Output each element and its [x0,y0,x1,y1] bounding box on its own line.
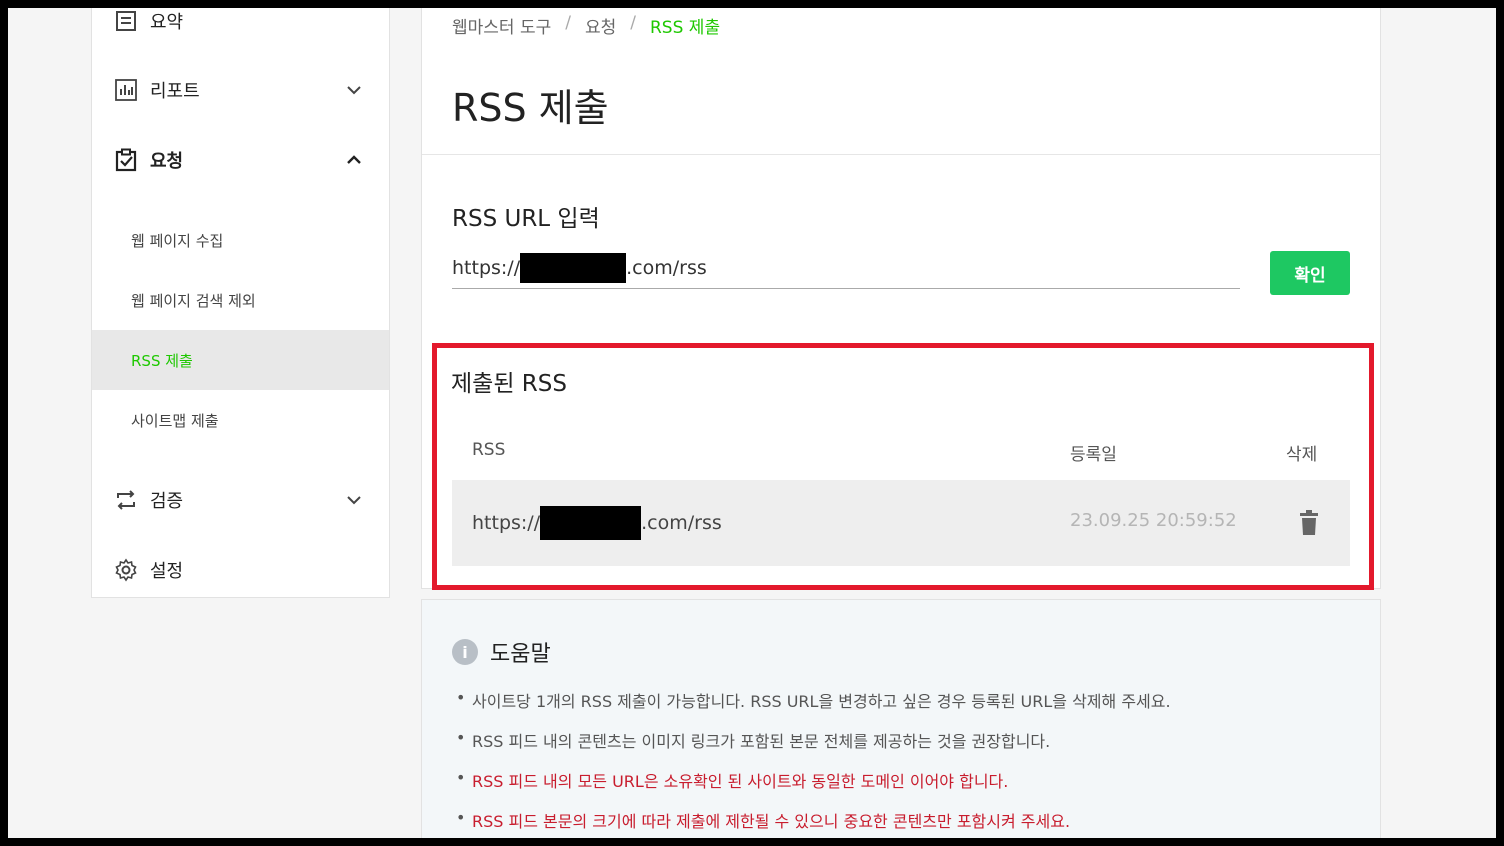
breadcrumb-item[interactable]: 웹마스터 도구 [452,13,551,38]
column-header-date: 등록일 [1070,445,1117,465]
confirm-button[interactable]: 확인 [1270,251,1350,295]
sidebar-subitem-label: RSS 제출 [131,351,193,370]
sidebar-subitem-label: 사이트맵 제출 [131,411,219,430]
sidebar-subitem-web-page-collect[interactable]: 웹 페이지 수집 [92,210,389,270]
main-panel: 웹마스터 도구 / 요청 / RSS 제출 RSS 제출 RSS URL 입력 … [421,8,1381,590]
rss-url-input[interactable]: https:// .com/rss [452,247,1240,289]
column-header-delete: 삭제 [1286,445,1318,465]
sidebar-item-request[interactable]: 요청 [92,140,389,180]
sidebar-item-label: 요약 [150,12,184,33]
help-panel: i 도움말 사이트당 1개의 RSS 제출이 가능합니다. RSS URL을 변… [421,599,1381,838]
chevron-up-icon [347,155,361,164]
sidebar-item-label: 검증 [150,491,184,512]
breadcrumb-current: RSS 제출 [650,18,721,38]
sidebar-item-label: 설정 [150,561,184,582]
url-prefix: https:// [472,512,541,534]
help-title: 도움말 [490,642,551,667]
help-header: i 도움말 [452,636,551,668]
redaction-block [520,252,627,283]
help-item: 사이트당 1개의 RSS 제출이 가능합니다. RSS URL을 변경하고 싶은… [456,688,1171,728]
sidebar: 요약 리포트 요청 웹 페이지 수집 웹 페이지 검색 제외 RSS 제출 사이… [91,8,390,598]
sidebar-subitem-sitemap-submit[interactable]: 사이트맵 제출 [92,390,389,450]
sidebar-item-verify[interactable]: 검증 [92,480,389,520]
clipboard-check-icon [115,148,137,172]
sidebar-subitem-label: 웹 페이지 검색 제외 [131,291,256,310]
sidebar-subitem-web-page-exclude[interactable]: 웹 페이지 검색 제외 [92,270,389,330]
document-icon [116,11,136,31]
rss-url-cell: https:// .com/rss [472,506,722,540]
bar-chart-icon [115,79,137,101]
redaction-block [540,506,642,540]
breadcrumb-item[interactable]: 요청 [585,13,616,38]
rss-url-section-title: RSS URL 입력 [452,206,600,232]
sidebar-item-settings[interactable]: 설정 [92,550,389,590]
submitted-rss-highlight: 제출된 RSS RSS 등록일 삭제 https:// .com/rss 23.… [432,343,1374,590]
chevron-down-icon [347,86,361,95]
breadcrumb-separator: / [630,13,636,33]
table-header: RSS 등록일 삭제 [437,434,1369,470]
screenshot-frame: 요약 리포트 요청 웹 페이지 수집 웹 페이지 검색 제외 RSS 제출 사이… [8,8,1496,838]
table-row: https:// .com/rss 23.09.25 20:59:52 [452,480,1350,566]
submitted-rss-title: 제출된 RSS [451,371,567,397]
trash-icon[interactable] [1298,510,1320,536]
info-icon: i [452,639,478,665]
divider [422,154,1380,155]
repeat-icon [117,490,135,510]
column-header-rss: RSS [472,440,506,460]
sidebar-item-label: 리포트 [150,81,200,102]
sidebar-subitem-rss-submit[interactable]: RSS 제출 [92,330,389,390]
help-item-warning: RSS 피드 본문의 크기에 따라 제출에 제한될 수 있으니 중요한 콘텐츠만… [456,808,1171,838]
url-suffix: .com/rss [641,512,722,534]
url-suffix: .com/rss [626,256,707,279]
breadcrumb: 웹마스터 도구 / 요청 / RSS 제출 [452,13,720,38]
help-item: RSS 피드 내의 콘텐츠는 이미지 링크가 포함된 본문 전체를 제공하는 것… [456,728,1171,768]
sidebar-item-label: 요청 [150,151,184,172]
sidebar-item-report[interactable]: 리포트 [92,70,389,110]
help-list: 사이트당 1개의 RSS 제출이 가능합니다. RSS URL을 변경하고 싶은… [456,688,1171,838]
gear-icon [115,558,137,582]
page-title: RSS 제출 [452,86,609,130]
registered-date: 23.09.25 20:59:52 [1070,510,1237,531]
sidebar-subitem-label: 웹 페이지 수집 [131,231,224,250]
sidebar-item-summary[interactable]: 요약 [92,8,389,41]
url-prefix: https:// [452,256,521,279]
chevron-down-icon [347,496,361,505]
help-item-warning: RSS 피드 내의 모든 URL은 소유확인 된 사이트와 동일한 도메인 이어… [456,768,1171,808]
breadcrumb-separator: / [565,13,571,33]
